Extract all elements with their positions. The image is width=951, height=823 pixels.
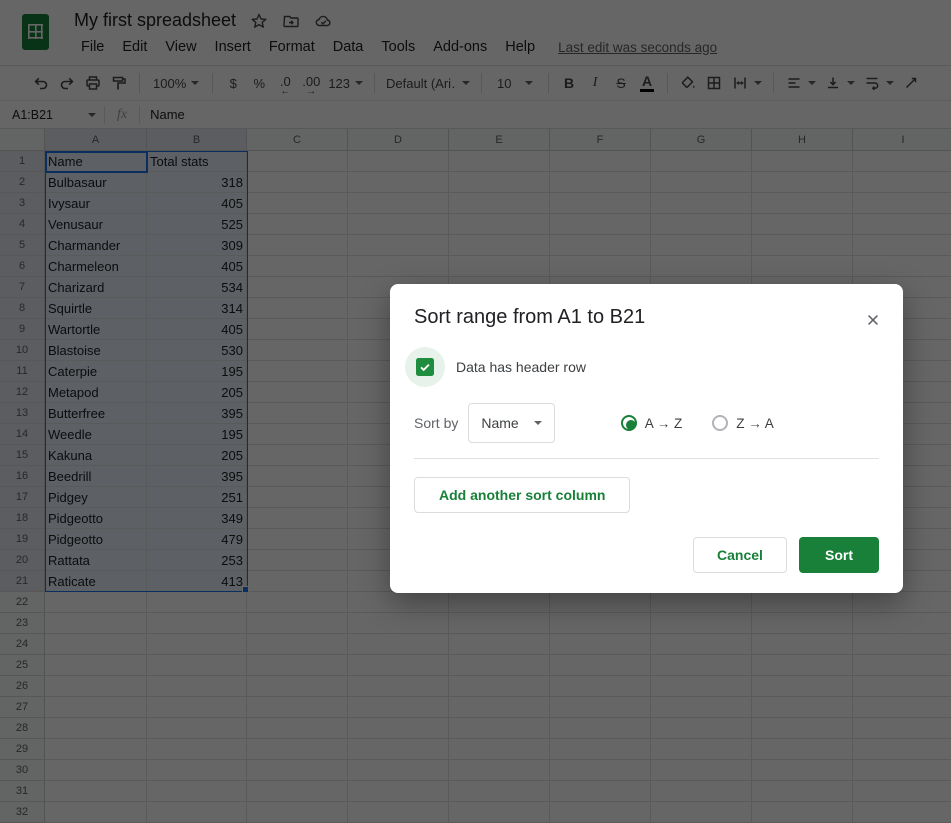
sort-by-label: Sort by bbox=[414, 415, 459, 431]
radio-unselected-icon bbox=[712, 415, 729, 431]
dialog-divider bbox=[414, 458, 879, 459]
ascending-label: A → Z bbox=[644, 415, 683, 431]
close-button[interactable] bbox=[861, 308, 885, 337]
sort-button[interactable]: Sort bbox=[799, 537, 879, 573]
close-icon bbox=[868, 315, 878, 325]
sort-direction-group: A → Z Z → A bbox=[620, 415, 774, 431]
radio-selected-icon bbox=[620, 415, 637, 431]
checkbox-label[interactable]: Data has header row bbox=[456, 359, 586, 375]
sort-range-dialog: Sort range from A1 to B21 Data has heade… bbox=[390, 284, 903, 593]
checkbox-halo bbox=[405, 347, 445, 387]
dialog-title: Sort range from A1 to B21 bbox=[414, 306, 646, 328]
sort-by-value: Name bbox=[481, 415, 519, 431]
header-row-checkbox[interactable] bbox=[416, 358, 434, 376]
sort-ascending-option[interactable]: A → Z bbox=[620, 415, 683, 431]
check-icon bbox=[420, 364, 430, 372]
sort-descending-option[interactable]: Z → A bbox=[712, 415, 774, 431]
add-sort-column-button[interactable]: Add another sort column bbox=[414, 477, 631, 513]
cancel-button[interactable]: Cancel bbox=[693, 537, 787, 573]
dropdown-arrow-icon bbox=[533, 421, 542, 425]
descending-label: Z → A bbox=[736, 415, 774, 431]
sort-by-dropdown[interactable]: Name bbox=[468, 403, 555, 443]
